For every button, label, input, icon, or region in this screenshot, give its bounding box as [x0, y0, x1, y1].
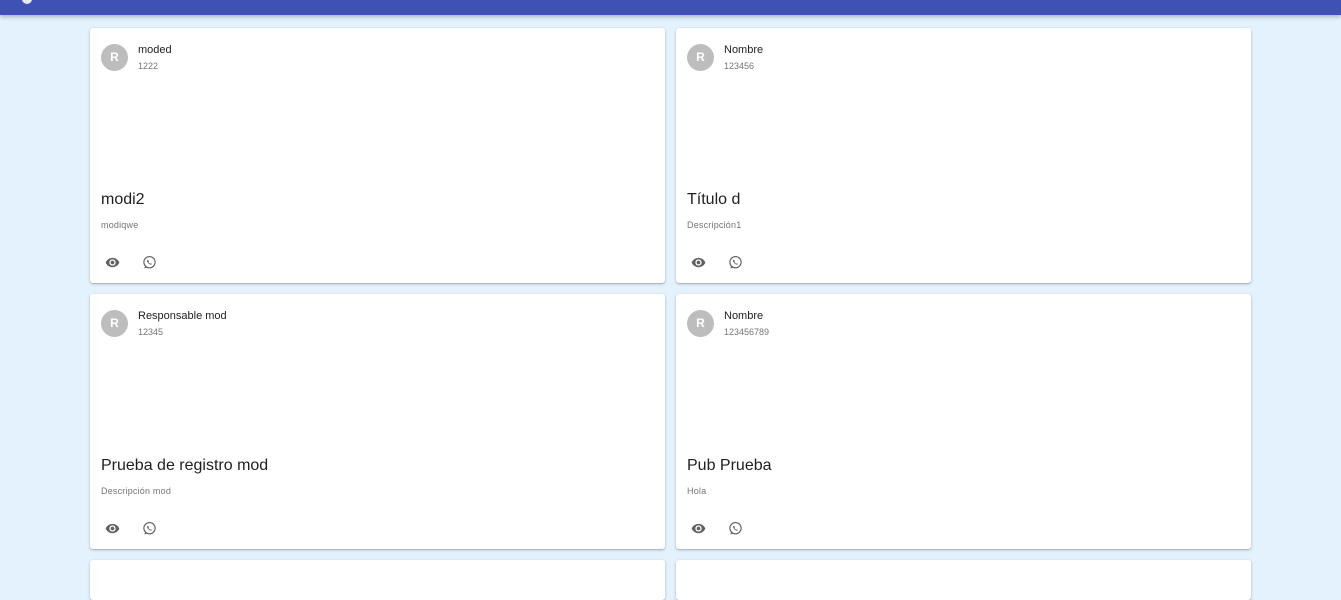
card-header-title: Responsable mod — [138, 310, 227, 322]
card-header-subtitle: 123456 — [724, 61, 755, 71]
whatsapp-button[interactable] — [724, 251, 746, 273]
eye-icon — [105, 255, 120, 270]
card-title: modi2 — [101, 191, 145, 208]
card-header-subtitle: 12345 — [138, 327, 164, 337]
card-header-title: Nombre — [724, 44, 764, 56]
avatar: R — [101, 44, 128, 71]
whatsapp-button[interactable] — [138, 251, 160, 273]
publication-card-partial — [90, 560, 665, 600]
publication-card-partial — [676, 560, 1251, 600]
view-button[interactable] — [101, 517, 123, 539]
whatsapp-icon — [142, 521, 157, 536]
avatar: R — [687, 310, 714, 337]
eye-icon — [691, 255, 706, 270]
view-button[interactable] — [687, 517, 709, 539]
avatar: R — [101, 310, 128, 337]
card-description: Descripción mod — [101, 486, 172, 496]
publication-card: R Responsable mod 12345 Prueba de regist… — [90, 294, 665, 549]
card-title: Título d — [687, 191, 741, 208]
app-bar-icon[interactable] — [22, 0, 32, 4]
whatsapp-button[interactable] — [724, 517, 746, 539]
card-description: Descripción1 — [687, 220, 742, 230]
whatsapp-button[interactable] — [138, 517, 160, 539]
card-header-title: Nombre — [724, 310, 764, 322]
card-title: Pub Prueba — [687, 457, 772, 474]
card-description: modiqwe — [101, 220, 139, 230]
eye-icon — [691, 521, 706, 536]
card-header-title: moded — [138, 44, 172, 56]
whatsapp-icon — [728, 521, 743, 536]
publication-card: R Nombre 123456 Título d Descripción1 — [676, 28, 1251, 283]
avatar: R — [687, 44, 714, 71]
view-button[interactable] — [101, 251, 123, 273]
publication-card: R Nombre 123456789 Pub Prueba Hola — [676, 294, 1251, 549]
view-button[interactable] — [687, 251, 709, 273]
card-description: Hola — [687, 486, 707, 496]
card-header-subtitle: 123456789 — [724, 327, 770, 337]
app-bar — [0, 0, 1341, 15]
card-header-subtitle: 1222 — [138, 61, 159, 71]
whatsapp-icon — [142, 255, 157, 270]
card-title: Prueba de registro mod — [101, 457, 269, 474]
whatsapp-icon — [728, 255, 743, 270]
publication-card: R moded 1222 modi2 modiqwe — [90, 28, 665, 283]
eye-icon — [105, 521, 120, 536]
